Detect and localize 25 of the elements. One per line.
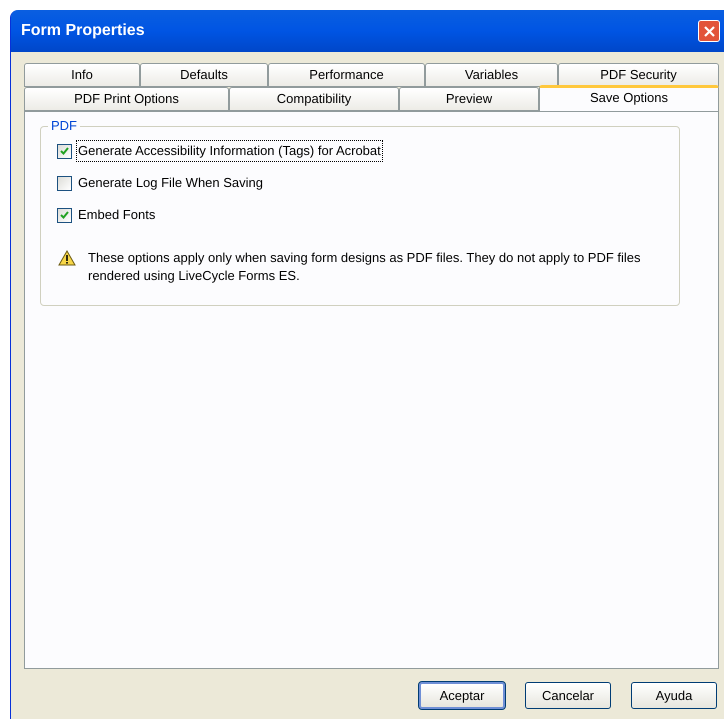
tab[interactable]: Performance: [268, 63, 425, 87]
tab[interactable]: Preview: [399, 87, 539, 111]
tab[interactable]: Compatibility: [229, 87, 399, 111]
window-title: Form Properties: [21, 21, 145, 41]
warning-icon: [58, 250, 76, 266]
tab[interactable]: Info: [24, 63, 140, 87]
checkbox-label[interactable]: Generate Log File When Saving: [77, 173, 264, 193]
checkmark-icon: [60, 211, 69, 219]
checkmark-icon: [60, 147, 69, 155]
close-icon: [704, 26, 714, 36]
tab[interactable]: PDF Security: [558, 63, 719, 87]
tab[interactable]: Save Options: [539, 85, 719, 111]
tab[interactable]: PDF Print Options: [24, 87, 229, 111]
close-button[interactable]: [698, 20, 720, 42]
dialog-button[interactable]: Cancelar: [525, 682, 611, 709]
tab[interactable]: Defaults: [140, 63, 268, 87]
dialog-button[interactable]: Ayuda: [631, 682, 717, 709]
checkbox[interactable]: [57, 208, 72, 222]
checkbox[interactable]: [57, 176, 72, 190]
checkbox-label[interactable]: Embed Fonts: [77, 205, 156, 225]
tab[interactable]: Variables: [425, 63, 558, 87]
dialog-button[interactable]: Aceptar: [419, 682, 505, 709]
note-text: These options apply only when saving form designs as PDF files. They do not apply to PDF files rendered using LiveCycle Forms ES.: [88, 249, 642, 285]
checkbox[interactable]: [57, 144, 72, 158]
checkbox-label[interactable]: Generate Accessibility Information (Tags) for Acrobat: [77, 141, 382, 161]
